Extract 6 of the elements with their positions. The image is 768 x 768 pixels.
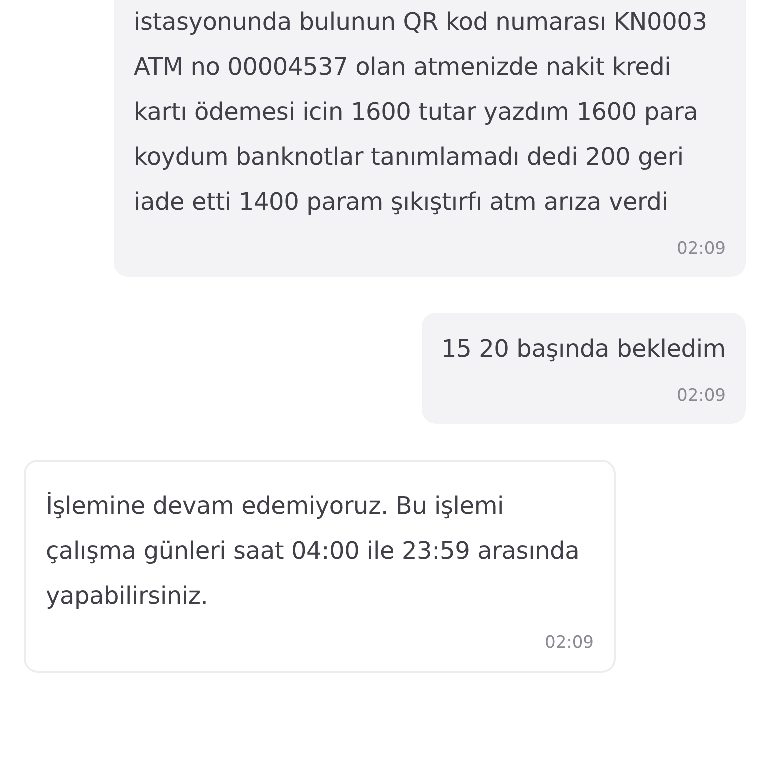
message-time: 02:09: [677, 386, 726, 406]
message-time: 02:09: [677, 239, 726, 259]
message-time: 02:09: [545, 633, 594, 653]
message-text: 15 20 başında bekledim: [442, 334, 726, 365]
message-text: istasyonunda bulunun QR kod numarası KN0003 ATM no 00004537 olan atmenizde nakit kredi kartı ödemesi icin 1600 tutar yazdım 1600 para koydum banknotlar tanımlamadı dedi 200 geri iade etti 1400 param şıkıştırfı atm arıza verdi: [134, 7, 708, 218]
message-text: İşlemine devam edemiyoruz. Bu işlemi çalışma günleri saat 04:00 ile 23:59 arasında yapabilirsiniz.: [46, 491, 581, 612]
